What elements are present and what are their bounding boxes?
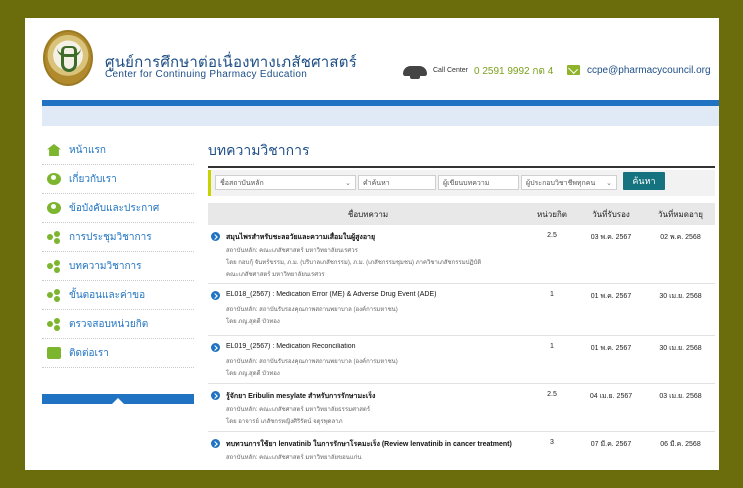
arrow-circle-icon <box>211 232 220 241</box>
table-row[interactable]: รู้จักยา Eribulin mesylate สำหรับการรักษ… <box>208 384 715 432</box>
sidebar-item-contact[interactable]: ติดต่อเรา <box>42 339 194 368</box>
table-row[interactable]: สมุนไพรสำหรับชะลอวัยและความเสื่อมในผู้สู… <box>208 225 715 284</box>
main-content: บทความวิชาการ ชื่อสถาบันหลัก ⌄ คำค้นหา ผ… <box>208 140 715 461</box>
header-expiry-date: วันที่หมดอายุ <box>658 209 703 219</box>
article-credits: 1 <box>550 343 554 350</box>
article-title[interactable]: EL018_(2567) : Medication Error (ME) & A… <box>226 291 526 298</box>
article-approved-date: 07 มี.ค. 2567 <box>590 441 632 448</box>
article-title[interactable]: สมุนไพรสำหรับชะลอวัยและความเสื่อมในผู้สู… <box>226 232 526 243</box>
arrow-circle-icon <box>211 439 220 448</box>
profession-select[interactable]: ผู้ประกอบวิชาชีพทุกคน ⌄ <box>521 175 617 190</box>
article-author: โดย ภญ.สุดดี บัวทอง <box>226 371 280 377</box>
sidebar-item-label: เกี่ยวกับเรา <box>69 173 117 185</box>
article-author: โดย อาจารย์ เภสัชกรหญิงศิริรัตน์ จตุรพุด… <box>226 419 343 425</box>
article-institution: สถาบันหลัก: คณะเภสัชศาสตร์ มหาวิทยาลัยขอ… <box>226 455 362 461</box>
chat-icon <box>47 347 61 359</box>
article-expiry-date: 30 เม.ย. 2568 <box>659 345 702 352</box>
profession-select-value: ผู้ประกอบวิชาชีพทุกคน <box>526 180 596 187</box>
article-title[interactable]: ทบทวนการใช้ยา lenvatinib ในการรักษาโรคมะ… <box>226 439 526 450</box>
sidebar-item-label: ติดต่อเรา <box>69 347 109 359</box>
brand-english-name[interactable]: Center for Continuing Pharmacy Education <box>105 69 307 80</box>
sidebar-item-conferences[interactable]: การประชุมวิชาการ <box>42 223 194 252</box>
site-header: ศูนย์การศึกษาต่อเนื่องทางเภสัชศาสตร์ Cen… <box>25 18 719 100</box>
article-expiry-date: 03 เม.ย. 2568 <box>659 393 702 400</box>
mail-icon <box>567 65 580 75</box>
table-row[interactable]: EL019_(2567) : Medication Reconciliation… <box>208 336 715 384</box>
institution-select-value: ชื่อสถาบันหลัก <box>220 180 264 187</box>
article-institution: สถาบันหลัก: สถาบันรับรองคุณภาพสถานพยาบาล… <box>226 307 398 313</box>
arrow-circle-icon <box>211 291 220 300</box>
sidebar-item-label: การประชุมวิชาการ <box>69 231 152 243</box>
network-icon <box>47 318 61 330</box>
contact-email[interactable]: ccpe@pharmacycouncil.org <box>587 65 711 76</box>
article-approved-date: 01 พ.ค. 2567 <box>590 345 632 352</box>
header-article-name: ชื่อบทความ <box>347 209 389 219</box>
sidebar-item-label: บทความวิชาการ <box>69 260 142 272</box>
sidebar-item-label: ตรวจสอบหน่วยกิต <box>69 318 149 330</box>
network-icon <box>47 260 61 272</box>
keyword-input[interactable]: คำค้นหา <box>358 175 436 190</box>
arrow-circle-icon <box>211 343 220 352</box>
table-header: ชื่อบทความ หน่วยกิต วันที่รับรอง วันที่ห… <box>208 203 715 225</box>
table-row[interactable]: EL018_(2567) : Medication Error (ME) & A… <box>208 284 715 336</box>
header-approved-date: วันที่รับรอง <box>592 209 630 219</box>
sidebar-item-regulations[interactable]: ข้อบังคับและประกาศ <box>42 194 194 223</box>
article-title[interactable]: EL019_(2567) : Medication Reconciliation <box>226 343 526 350</box>
article-credits: 2.5 <box>547 391 557 398</box>
article-credits: 3 <box>550 439 554 446</box>
sidebar-item-label: ข้อบังคับและประกาศ <box>69 202 160 214</box>
filter-bar: ชื่อสถาบันหลัก ⌄ คำค้นหา ผู้เขียนบทความ … <box>208 170 715 196</box>
sidebar-item-articles[interactable]: บทความวิชาการ <box>42 252 194 281</box>
call-center-number[interactable]: 0 2591 9992 กด 4 <box>474 64 553 79</box>
article-author: โดย ภญ.สุดดี บัวทอง <box>226 319 280 325</box>
article-author-affiliation: คณะเภสัชศาสตร์ มหาวิทยาลัยนเรศวร <box>226 272 325 278</box>
header-credits: หน่วยกิต <box>537 209 567 219</box>
phone-icon <box>403 66 427 79</box>
author-input-placeholder: ผู้เขียนบทความ <box>443 180 490 187</box>
sidebar-item-label: ขั้นตอนและค่าขอ <box>69 289 146 301</box>
keyword-input-placeholder: คำค้นหา <box>363 180 390 187</box>
table-row[interactable]: ทบทวนการใช้ยา lenvatinib ในการรักษาโรคมะ… <box>208 432 715 470</box>
arrow-circle-icon <box>211 391 220 400</box>
page-title: บทความวิชาการ <box>208 140 715 168</box>
article-credits: 2.5 <box>547 232 557 239</box>
article-approved-date: 04 เม.ย. 2567 <box>589 393 633 400</box>
page: ศูนย์การศึกษาต่อเนื่องทางเภสัชศาสตร์ Cen… <box>25 18 719 470</box>
article-title[interactable]: รู้จักยา Eribulin mesylate สำหรับการรักษ… <box>226 391 526 402</box>
article-approved-date: 01 พ.ค. 2567 <box>590 293 632 300</box>
pharmacy-council-logo[interactable] <box>43 30 93 86</box>
article-credits: 1 <box>550 291 554 298</box>
article-expiry-date: 30 เม.ย. 2568 <box>659 293 702 300</box>
chevron-down-icon: ⌄ <box>606 180 612 187</box>
sub-nav-bar <box>42 106 719 126</box>
article-author: โดย กอบกุ้ จันทร์ขรรม, ภ.ม. (บริบาลเภสัช… <box>226 260 482 266</box>
sidebar-item-label: หน้าแรก <box>69 144 106 156</box>
author-input[interactable]: ผู้เขียนบทความ <box>438 175 519 190</box>
snake-icon <box>61 46 77 72</box>
chevron-down-icon: ⌄ <box>345 180 351 187</box>
article-institution: สถาบันหลัก: คณะเภสัชศาสตร์ มหาวิทยาลัยนเ… <box>226 248 358 254</box>
article-expiry-date: 06 มี.ค. 2568 <box>660 441 701 448</box>
sidebar-item-procedures[interactable]: ขั้นตอนและค่าขอ <box>42 281 194 310</box>
institution-select[interactable]: ชื่อสถาบันหลัก ⌄ <box>215 175 356 190</box>
sidebar-item-home[interactable]: หน้าแรก <box>42 136 194 165</box>
people-icon <box>47 173 61 185</box>
network-icon <box>47 231 61 243</box>
sidebar-item-check-credits[interactable]: ตรวจสอบหน่วยกิต <box>42 310 194 339</box>
sidebar-item-about[interactable]: เกี่ยวกับเรา <box>42 165 194 194</box>
sidebar: หน้าแรก เกี่ยวกับเรา ข้อบังคับและประกาศ … <box>42 136 194 368</box>
article-institution: สถาบันหลัก: คณะเภสัชศาสตร์ มหาวิทยาลัยธร… <box>226 407 371 413</box>
network-icon <box>47 289 61 301</box>
search-button[interactable]: ค้นหา <box>623 172 665 190</box>
article-approved-date: 03 พ.ค. 2567 <box>590 234 632 241</box>
call-center-label: Call Center <box>433 67 469 74</box>
home-icon <box>47 144 61 156</box>
article-institution: สถาบันหลัก: สถาบันรับรองคุณภาพสถานพยาบาล… <box>226 359 398 365</box>
articles-table: ชื่อบทความ หน่วยกิต วันที่รับรอง วันที่ห… <box>208 203 715 470</box>
article-expiry-date: 02 พ.ค. 2568 <box>660 234 701 241</box>
people-icon <box>47 202 61 214</box>
scroll-to-top-button[interactable] <box>42 394 194 404</box>
